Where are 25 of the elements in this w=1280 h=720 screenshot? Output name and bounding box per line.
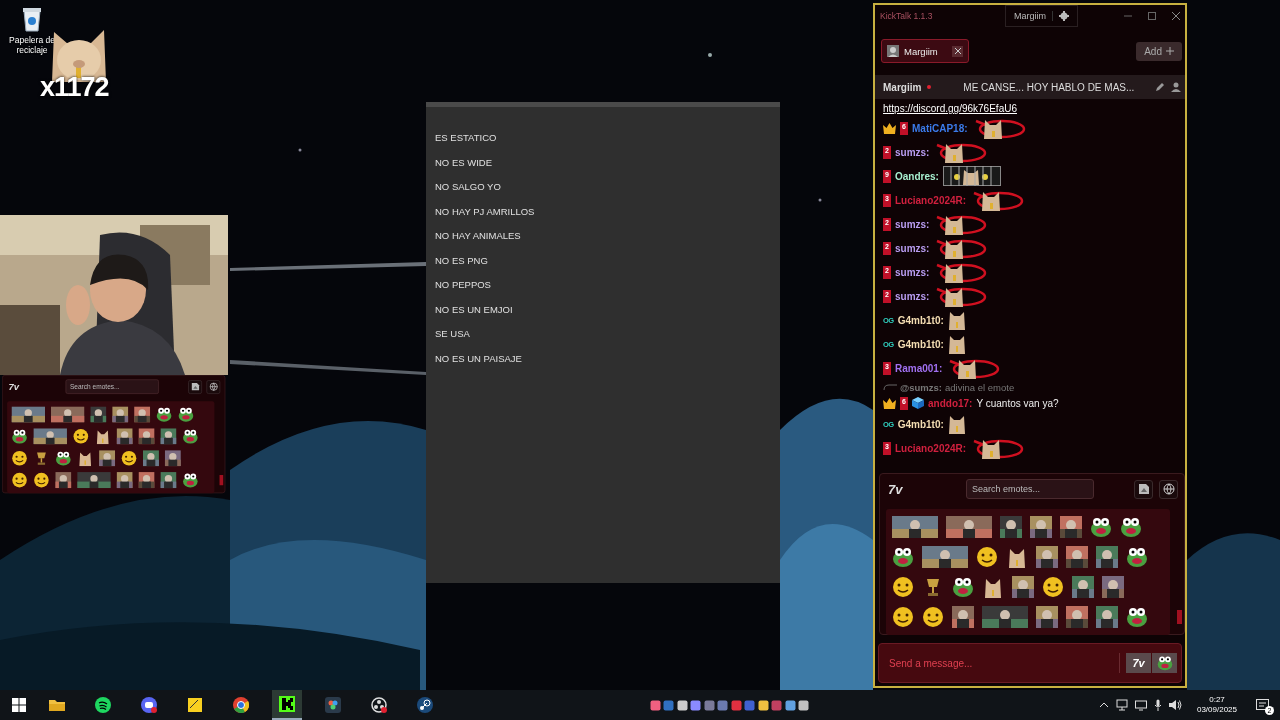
tray-app-icon[interactable] [676,699,688,711]
recorder-icon [371,697,387,713]
steam-icon [417,697,433,713]
tray-app-icon[interactable] [649,699,661,711]
chevron-up-icon[interactable] [1098,702,1109,708]
network-icon[interactable] [1115,699,1128,711]
clock-time[interactable]: 0:27 [1209,695,1225,705]
windows-start-icon[interactable] [12,698,26,712]
tray-app-icon[interactable] [757,699,769,711]
tray-app-icon[interactable] [690,699,702,711]
chat-app-icon [141,697,157,713]
volume-icon[interactable] [1168,699,1182,711]
film-editor-icon [325,697,341,713]
kick-icon [279,696,295,712]
clock-date[interactable]: 03/09/2025 [1196,705,1237,715]
tray-app-icon[interactable] [784,699,796,711]
display-icon[interactable] [1134,699,1147,711]
taskbar-app-button[interactable] [272,690,302,720]
tray-app-icon[interactable] [798,699,810,711]
notification-icon [1256,699,1270,711]
folder-icon [49,697,65,713]
chrome-icon [233,697,249,713]
microphone-icon[interactable] [1153,699,1162,711]
note-icon [187,697,203,713]
spotify-icon [95,697,111,713]
